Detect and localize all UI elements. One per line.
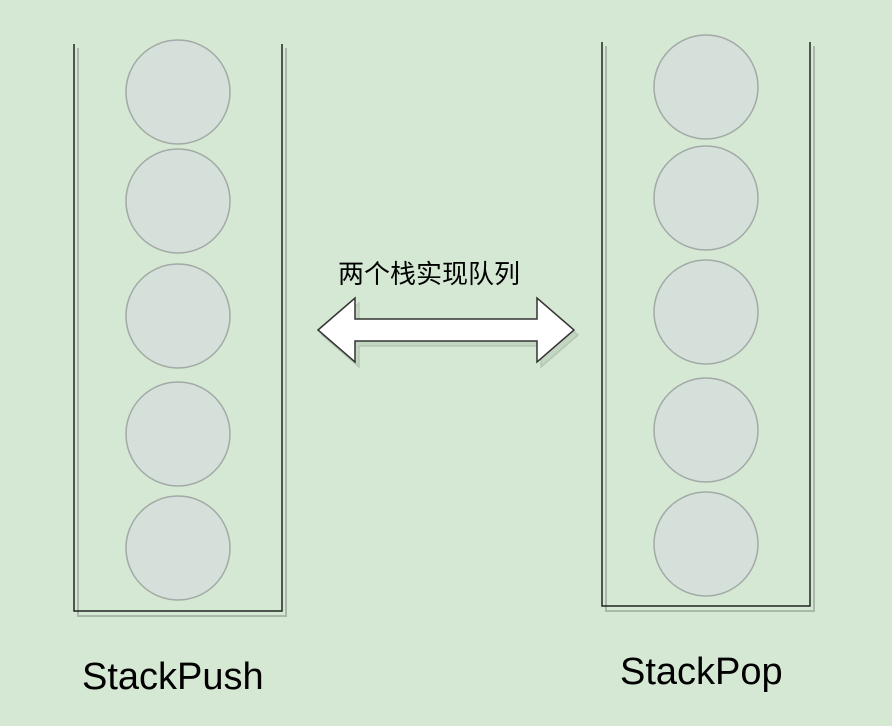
stack-pop-label: StackPop (620, 651, 783, 693)
bidirectional-arrow (316, 296, 580, 369)
diagram-svg (73, 34, 815, 617)
arrow-caption: 两个栈实现队列 (338, 260, 521, 290)
stack-push-elements (125, 39, 231, 601)
stack-pop-element-5 (653, 491, 759, 597)
stack-push-element-3 (125, 263, 231, 369)
stack-push-label: StackPush (82, 656, 264, 698)
stack-pop-element-4 (653, 377, 759, 483)
stack-push-element-5 (125, 495, 231, 601)
stack-pop-element-1 (653, 34, 759, 140)
diagram-canvas: 两个栈实现队列 StackPush StackPop (0, 0, 892, 726)
stack-pop-elements (653, 34, 759, 597)
stack-push-element-4 (125, 381, 231, 487)
stack-pop-element-2 (653, 145, 759, 251)
stack-pop-element-3 (653, 259, 759, 365)
stack-push-element-1 (125, 39, 231, 145)
stack-push-element-2 (125, 148, 231, 254)
